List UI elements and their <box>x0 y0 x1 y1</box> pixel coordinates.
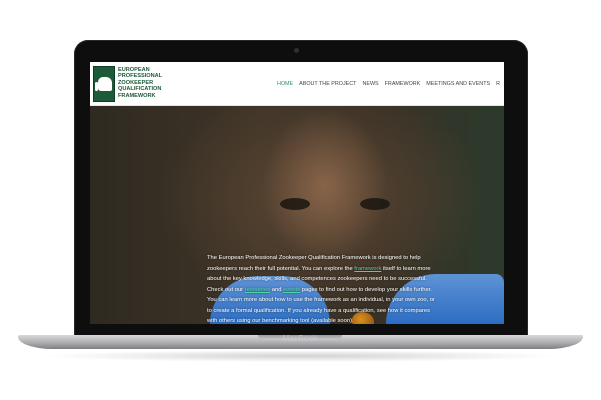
hero-photo-eye <box>360 198 390 210</box>
nav-home[interactable]: HOME <box>277 81 293 87</box>
main-nav: HOME ABOUT THE PROJECT NEWS FRAMEWORK ME… <box>277 81 500 87</box>
site-logo[interactable] <box>93 66 115 102</box>
nav-about-project[interactable]: ABOUT THE PROJECT <box>299 81 356 87</box>
hero-text-part: and <box>270 286 284 293</box>
laptop-shadow <box>40 350 560 362</box>
site-header: European Professional Zookeeper Qualific… <box>90 62 504 106</box>
nav-resources[interactable]: R <box>496 81 500 87</box>
webcam-icon <box>294 48 299 53</box>
resources-link[interactable]: resources <box>245 287 270 293</box>
nav-framework[interactable]: FRAMEWORK <box>385 81 421 87</box>
elephant-icon <box>95 77 112 91</box>
laptop-screen: European Professional Zookeeper Qualific… <box>90 62 504 324</box>
logo-line: Framework <box>118 92 156 99</box>
macbook-label: MacBook <box>282 334 318 343</box>
nav-meetings-events[interactable]: MEETINGS AND EVENTS <box>426 81 490 87</box>
nav-news[interactable]: NEWS <box>362 81 378 87</box>
hero-intro-text: The European Professional Zookeeper Qual… <box>207 253 441 324</box>
hero-photo-eye <box>280 198 310 210</box>
framework-link[interactable]: framework <box>354 266 381 272</box>
site-logo-text[interactable]: European Professional Zookeeper Qualific… <box>118 67 178 99</box>
events-link[interactable]: events <box>283 287 300 293</box>
